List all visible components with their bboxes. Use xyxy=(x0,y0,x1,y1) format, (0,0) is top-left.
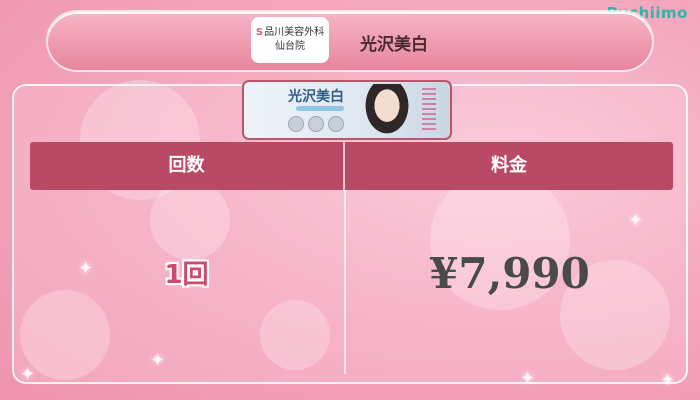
promo-model-image xyxy=(362,84,412,138)
table-cell-count: 1回 xyxy=(164,260,209,290)
promo-banner: 光沢美白 xyxy=(242,80,452,140)
promo-product-icon xyxy=(328,116,344,132)
column-header-price: 料金 xyxy=(491,155,527,176)
clinic-name-line2: 仙台院 xyxy=(275,41,305,52)
table-header: 回数 料金 xyxy=(30,142,673,190)
promo-vertical-text xyxy=(422,88,436,132)
page-title: 光沢美白 xyxy=(360,35,428,55)
promo-product-icon xyxy=(308,116,324,132)
promo-bar xyxy=(296,106,344,111)
promo-product-icon xyxy=(288,116,304,132)
clinic-logo-icon: S xyxy=(255,27,264,38)
table-cell-price: ¥7,990 xyxy=(429,249,590,298)
column-header-count: 回数 xyxy=(168,155,205,176)
promo-title: 光沢美白 xyxy=(288,89,344,105)
clinic-badge: S品川美容外科 仙台院 xyxy=(251,17,329,63)
header-bar: S品川美容外科 仙台院 光沢美白 xyxy=(48,12,652,70)
clinic-name-line1: S品川美容外科 xyxy=(255,27,325,38)
